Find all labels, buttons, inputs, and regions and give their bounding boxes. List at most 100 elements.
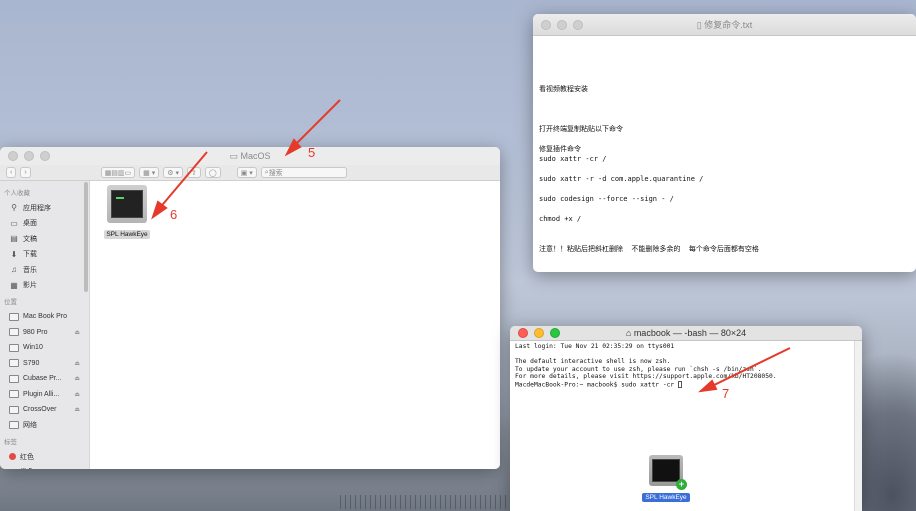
copy-plus-icon: + [676,479,687,490]
editor-line: 注意！！粘贴后把斜杠删除 不能删除多余的 每个命令后面都有空格 [539,245,759,253]
tag-icon[interactable]: ◯ [204,167,221,178]
finder-title: ▭ MacOS [229,150,271,161]
terminal-line: To update your account to use zsh, pleas… [515,366,857,374]
sidebar-item-label: 网络 [23,422,37,430]
sidebar-item-label: Plugin Alli... [23,390,60,398]
eject-icon[interactable]: ⏏ [74,360,80,367]
sidebar-item-favorite[interactable]: ♫ 音乐 [0,262,89,278]
forward-button[interactable]: › [20,167,31,178]
close-button[interactable] [8,151,18,161]
terminal-line-text: Last login: Tue Nov 21 02:35:29 on ttys0… [515,343,675,350]
terminal-output[interactable]: Last login: Tue Nov 21 02:35:29 on ttys0… [510,341,862,391]
eject-icon[interactable]: ⏏ [74,391,80,398]
sidebar-item-label: 红色 [20,453,34,461]
sidebar-item-label: 音乐 [23,266,37,274]
disk-icon [9,328,19,337]
terminal-cursor [678,380,683,388]
editor-line: sudo xattr -cr / [539,155,607,163]
editor-line [539,74,910,84]
minimize-button[interactable] [557,19,567,30]
terminal-titlebar[interactable]: ⌂ macbook — -bash — 80×24 [510,326,862,341]
sidebar-scrollbar[interactable] [84,182,88,292]
sidebar-section-favorites: 个人收藏 [4,190,30,197]
eject-icon[interactable]: ⏏ [74,329,80,336]
search-input[interactable]: ⌕ 搜索 [260,167,347,178]
eject-icon[interactable]: ⏏ [74,406,80,413]
finder-titlebar[interactable]: ▭ MacOS [0,147,500,165]
sidebar-item-tag[interactable]: 橙色 [0,465,89,469]
editor-line [539,184,910,194]
sidebar-item-label: 桌面 [23,220,37,228]
minimize-button[interactable] [24,151,34,161]
sidebar-item-location[interactable]: 网络 [0,418,89,434]
annotation-number-5: 5 [308,145,316,160]
sidebar-item-label: 橙色 [20,467,34,469]
sidebar-item-label: 文稿 [23,235,37,243]
dragged-file-spl-hawkeye[interactable]: + SPL HawkEye [640,455,692,504]
sidebar-section-locations: 位置 [4,299,17,306]
terminal-scrollbar[interactable] [854,341,862,511]
editor-title: ▯ 修复命令.txt [696,20,753,30]
terminal-line-text: For more details, please visit https://s… [515,373,777,381]
sidebar-section-tags: 标签 [4,439,17,446]
disk-icon [9,359,19,368]
sidebar-item-location[interactable]: S790 ⏏ [0,356,89,372]
group-button[interactable]: ▦ ▾ [139,167,160,178]
annotation-arrow-5 [291,99,341,149]
sidebar-item-location[interactable]: CrossOver ⏏ [0,402,89,418]
editor-line [539,204,910,214]
action-gear-icon[interactable]: ⚙ ▾ [163,167,183,178]
terminal-line-text: MacdeMacBook-Pro:~ macbook$ sudo xattr -… [515,381,679,389]
window-controls [533,19,583,30]
music-icon: ♫ [11,265,17,275]
terminal-line: Last login: Tue Nov 21 02:35:29 on ttys0… [515,343,857,351]
desktop-icon: ▭ [10,218,18,228]
home-icon: ⌂ [625,328,634,338]
terminal-line: The default interactive shell is now zsh… [515,358,857,366]
finder-window[interactable]: ▭ MacOS ‹ › ▦▤▥▭ ▦ ▾ ⚙ ▾ ⇧ ◯ ▣ ▾ ⌕ 搜索 个人… [0,147,500,469]
editor-line: 修复插件命令 [539,145,581,153]
disk-icon [9,421,19,430]
sidebar-item-label: 980 Pro [23,328,48,336]
eject-icon[interactable]: ⏏ [74,375,80,382]
sidebar-item-location[interactable]: 980 Pro ⏏ [0,325,89,341]
close-button[interactable] [518,328,528,338]
sidebar-item-tag[interactable]: 红色 [0,449,89,465]
editor-line [539,94,910,104]
sidebar-item-location[interactable]: Win10 [0,340,89,356]
finder-file-area[interactable]: SPL HawkEye [91,181,500,469]
sidebar-item-location[interactable]: Cubase Pr... ⏏ [0,371,89,387]
close-button[interactable] [541,19,551,30]
text-editor-window[interactable]: ▯ 修复命令.txt 看视频教程安装 打开终端复制粘贴以下命令 修复插件命令 su… [533,14,916,272]
view-icon-button[interactable]: ▦▤▥▭ [100,167,136,178]
file-item-spl-hawkeye[interactable]: SPL HawkEye [103,185,151,241]
sidebar-item-label: 下载 [23,251,37,259]
zoom-button[interactable] [550,328,560,338]
zoom-button[interactable] [573,19,583,30]
terminal-line: For more details, please visit https://s… [515,373,857,381]
sidebar-item-favorite[interactable]: ⬇ 下载 [0,247,89,263]
back-button[interactable]: ‹ [6,167,17,178]
window-controls [510,328,560,338]
movies-icon: ▦ [10,280,18,290]
sidebar-item-favorite[interactable]: ⚲ 应用程序 [0,200,89,216]
editor-titlebar[interactable]: ▯ 修复命令.txt [533,14,916,36]
terminal-line: MacdeMacBook-Pro:~ macbook$ sudo xattr -… [515,380,857,389]
sidebar-item-location[interactable]: Mac Book Pro [0,309,89,325]
sidebar-item-favorite[interactable]: ▭ 桌面 [0,216,89,232]
sidebar-item-label: Mac Book Pro [23,313,67,321]
sidebar-item-location[interactable]: Plugin Alli... ⏏ [0,387,89,403]
annotation-number-6: 6 [170,207,178,222]
disk-icon [9,374,19,383]
dropbox-icon[interactable]: ▣ ▾ [236,167,257,178]
zoom-button[interactable] [40,151,50,161]
sidebar-item-favorite[interactable]: ▦ 影片 [0,278,89,294]
share-icon[interactable]: ⇧ [186,167,201,178]
editor-text-area[interactable]: 看视频教程安装 打开终端复制粘贴以下命令 修复插件命令 sudo xattr -c… [533,36,916,262]
document-icon: ▯ [696,20,705,30]
disk-icon [9,390,19,399]
disk-icon [9,343,19,352]
sidebar-item-favorite[interactable]: ▤ 文稿 [0,231,89,247]
minimize-button[interactable] [534,328,544,338]
editor-line: sudo codesign --force --sign - / [539,195,674,203]
